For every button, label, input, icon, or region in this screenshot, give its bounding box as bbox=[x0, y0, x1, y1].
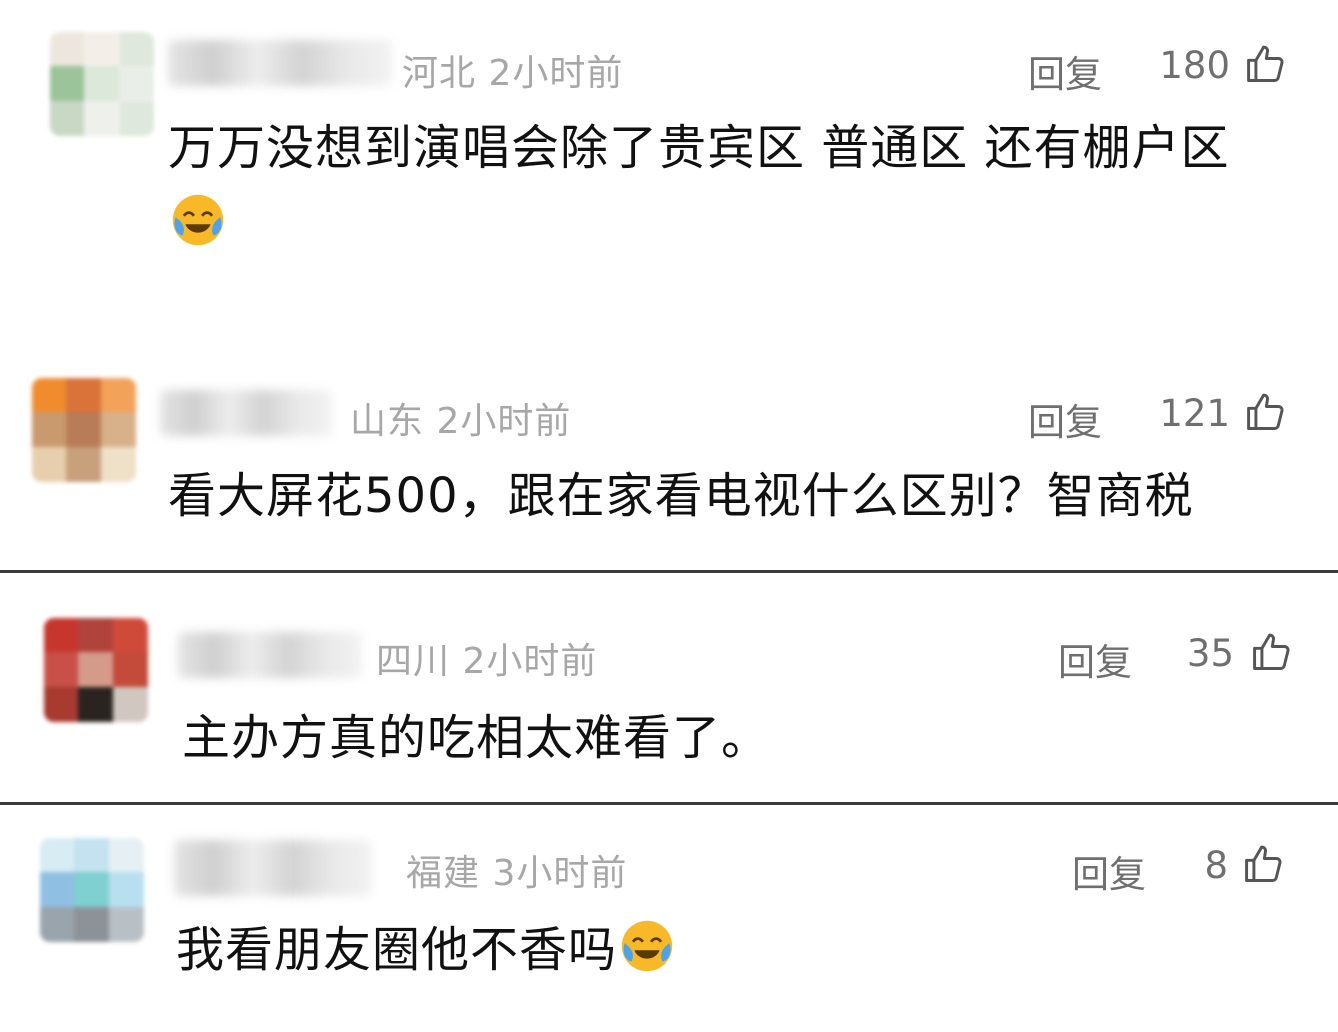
username-blurred[interactable] bbox=[174, 840, 372, 896]
like-count: 121 bbox=[1159, 392, 1230, 435]
comment-text-content: 我看朋友圈他不香吗 bbox=[176, 922, 618, 978]
comment-location: 河北 bbox=[402, 53, 477, 94]
comment-text: 我看朋友圈他不香吗 bbox=[176, 912, 1276, 988]
avatar[interactable] bbox=[40, 838, 144, 942]
comment-item: 福建 3小时前 回复 8 我看朋友圈他不香吗 bbox=[0, 820, 1338, 1032]
comment-text-content: 万万没想到演唱会除了贵宾区 普通区 还有棚户区 bbox=[168, 120, 1230, 176]
comment-item: 四川 2小时前 回复 35 主办方真的吃相太难看了。 bbox=[0, 600, 1338, 800]
username-blurred[interactable] bbox=[168, 40, 392, 86]
avatar[interactable] bbox=[50, 32, 154, 136]
comment-text: 看大屏花500，跟在家看电视什么区别？智商税 bbox=[168, 458, 1288, 534]
comment-item: 山东 2小时前 回复 121 看大屏花500，跟在家看电视什么区别？智商税 bbox=[0, 360, 1338, 570]
reply-button[interactable]: 回复 bbox=[1072, 844, 1146, 898]
comment-text-content: 看大屏花500，跟在家看电视什么区别？智商税 bbox=[168, 468, 1194, 524]
thumbs-up-icon[interactable] bbox=[1250, 630, 1294, 674]
like-count: 35 bbox=[1186, 632, 1234, 675]
comment-text: 万万没想到演唱会除了贵宾区 普通区 还有棚户区 bbox=[168, 110, 1278, 262]
laughing-crying-emoji bbox=[621, 920, 673, 972]
comment-meta: 四川 2小时前 bbox=[376, 632, 597, 684]
comment-meta: 福建 3小时前 bbox=[406, 844, 627, 896]
like-count: 8 bbox=[1204, 844, 1228, 887]
thumbs-up-icon[interactable] bbox=[1244, 390, 1288, 434]
comment-location: 山东 bbox=[350, 401, 425, 442]
reply-button[interactable]: 回复 bbox=[1028, 44, 1102, 98]
comment-text-content: 主办方真的吃相太难看了。 bbox=[182, 710, 771, 766]
comment-item: 河北 2小时前 回复 180 万万没想到演唱会除了贵宾区 普通区 还有棚户区 bbox=[0, 0, 1338, 330]
username-blurred[interactable] bbox=[178, 632, 362, 678]
comment-time: 2小时前 bbox=[488, 53, 624, 94]
laughing-crying-emoji bbox=[172, 194, 224, 246]
avatar[interactable] bbox=[44, 618, 148, 722]
thumbs-up-icon[interactable] bbox=[1244, 42, 1288, 86]
comment-meta: 河北 2小时前 bbox=[402, 44, 623, 96]
comment-location: 四川 bbox=[376, 641, 451, 682]
reply-button[interactable]: 回复 bbox=[1058, 632, 1132, 686]
username-blurred[interactable] bbox=[160, 390, 332, 436]
comment-meta: 山东 2小时前 bbox=[350, 392, 571, 444]
divider bbox=[0, 570, 1338, 573]
comment-time: 2小时前 bbox=[436, 401, 572, 442]
like-count: 180 bbox=[1159, 44, 1230, 87]
reply-button[interactable]: 回复 bbox=[1028, 392, 1102, 446]
avatar[interactable] bbox=[32, 378, 136, 482]
comment-time: 3小时前 bbox=[492, 853, 628, 894]
thumbs-up-icon[interactable] bbox=[1242, 842, 1286, 886]
comment-location: 福建 bbox=[406, 853, 481, 894]
comment-text: 主办方真的吃相太难看了。 bbox=[182, 700, 1282, 776]
divider bbox=[0, 802, 1338, 805]
comment-time: 2小时前 bbox=[462, 641, 598, 682]
